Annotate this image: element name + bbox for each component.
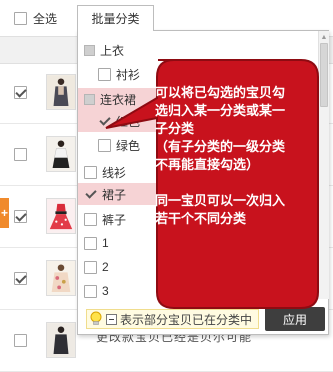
category-checkbox[interactable] bbox=[98, 138, 111, 152]
check-icon[interactable] bbox=[84, 188, 97, 201]
category-label: 绿色 bbox=[116, 138, 141, 153]
product-thumbnail[interactable] bbox=[46, 260, 76, 296]
partial-checkbox[interactable] bbox=[84, 44, 95, 56]
category-label: 裤子 bbox=[102, 212, 127, 227]
row-checkbox[interactable] bbox=[14, 148, 27, 161]
category-item-1[interactable]: 1 bbox=[78, 232, 318, 254]
callout-line: 子分类 bbox=[155, 121, 195, 136]
category-checkbox[interactable] bbox=[98, 67, 111, 81]
callout-line: 若干个不同分类 bbox=[155, 211, 247, 226]
category-label: 裙子 bbox=[102, 187, 127, 202]
scroll-up-arrow-icon[interactable]: ▲ bbox=[319, 31, 329, 43]
callout-text: 可以将已勾选的宝贝勾 选归入某一分类或某一 子分类 （有子分类的一级分类 不再能… bbox=[155, 84, 315, 228]
legend-text: 表示部分宝贝已在分类中 bbox=[120, 312, 253, 327]
product-thumbnail[interactable] bbox=[46, 198, 76, 234]
category-label: 2 bbox=[102, 260, 109, 274]
select-all-box[interactable] bbox=[14, 12, 27, 25]
dropdown-footer: 表示部分宝贝已在分类中 应用 bbox=[82, 307, 326, 331]
category-label: 连衣裙 bbox=[100, 92, 137, 107]
callout-line: 可以将已勾选的宝贝勾 bbox=[155, 85, 286, 100]
scroll-thumb[interactable] bbox=[320, 43, 328, 107]
lightbulb-icon bbox=[90, 311, 102, 325]
partial-legend: 表示部分宝贝已在分类中 bbox=[86, 309, 260, 329]
category-label: 1 bbox=[102, 236, 109, 250]
category-item-3[interactable]: 3 bbox=[78, 280, 318, 299]
category-checkbox[interactable] bbox=[84, 260, 97, 274]
category-label: 线衫 bbox=[102, 165, 127, 180]
category-checkbox[interactable] bbox=[84, 236, 97, 250]
product-thumbnail[interactable] bbox=[46, 322, 76, 358]
callout-line: 不再能直接勾选） bbox=[155, 157, 260, 172]
select-all-checkbox[interactable]: 全选 bbox=[14, 10, 57, 27]
row-checkbox[interactable] bbox=[14, 86, 27, 99]
batch-category-label: 批量分类 bbox=[91, 12, 140, 26]
row-checkbox[interactable] bbox=[14, 210, 27, 223]
add-tab[interactable]: + bbox=[0, 198, 9, 228]
partial-state-icon bbox=[106, 313, 117, 325]
category-checkbox[interactable] bbox=[84, 284, 97, 298]
apply-label: 应用 bbox=[282, 312, 307, 327]
category-item-2[interactable]: 2 bbox=[78, 256, 318, 278]
product-thumbnail[interactable] bbox=[46, 136, 76, 172]
apply-button[interactable]: 应用 bbox=[265, 307, 325, 331]
select-all-label: 全选 bbox=[33, 12, 58, 26]
dropdown-scrollbar[interactable]: ▲ bbox=[318, 31, 329, 299]
category-checkbox[interactable] bbox=[84, 212, 97, 226]
category-label: 红色 bbox=[116, 114, 141, 129]
row-checkbox[interactable] bbox=[14, 334, 27, 347]
partial-checkbox[interactable] bbox=[84, 93, 95, 105]
category-checkbox[interactable] bbox=[84, 165, 97, 179]
category-label: 衬衫 bbox=[116, 67, 141, 82]
row-checkbox[interactable] bbox=[14, 272, 27, 285]
batch-category-button[interactable]: 批量分类 bbox=[77, 5, 154, 31]
category-label: 上衣 bbox=[100, 43, 125, 58]
callout-spacer bbox=[155, 174, 315, 192]
product-thumbnail[interactable] bbox=[46, 74, 76, 110]
category-item-shangyi[interactable]: 上衣 bbox=[78, 39, 318, 61]
check-icon[interactable] bbox=[98, 115, 111, 128]
callout-line: （有子分类的一级分类 bbox=[155, 139, 286, 154]
callout-line: 同一宝贝可以一次归入 bbox=[155, 193, 286, 208]
category-label: 3 bbox=[102, 284, 109, 298]
callout-line: 选归入某一分类或某一 bbox=[155, 103, 286, 118]
category-item-chenshan[interactable]: 衬衫 bbox=[78, 63, 318, 85]
